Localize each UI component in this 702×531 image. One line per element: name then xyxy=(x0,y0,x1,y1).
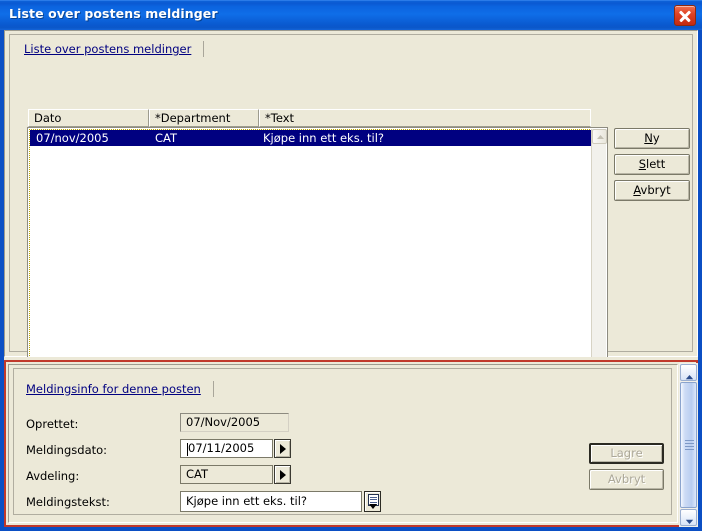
label-avdeling: Avdeling: xyxy=(26,469,80,483)
messages-list-panel-inner: Liste over postens meldinger Dato *Depar… xyxy=(9,34,693,380)
form-vertical-scrollbar[interactable] xyxy=(679,363,698,527)
list-column-headers: Dato *Department *Text xyxy=(28,109,591,127)
save-button[interactable]: Lagre xyxy=(589,443,664,464)
column-header-text[interactable]: *Text xyxy=(259,109,591,127)
new-button[interactable]: Ny xyxy=(614,128,690,149)
cancel-button[interactable]: Avbryt xyxy=(614,180,690,201)
listbox-rows: 07/nov/2005 CAT Kjøpe inn ett eks. til? xyxy=(30,130,591,146)
title-bar[interactable]: Liste over postens meldinger xyxy=(0,0,702,30)
bottom-tabstrip: Meldingsinfo for denne posten xyxy=(18,380,214,400)
meldingstekst-memo-button[interactable] xyxy=(364,491,381,512)
scroll-up-icon[interactable] xyxy=(592,129,607,144)
messages-listbox[interactable]: 07/nov/2005 CAT Kjøpe inn ett eks. til? xyxy=(27,127,608,380)
avdeling-combo[interactable]: CAT xyxy=(180,465,273,484)
cancel-form-button-label: Avbryt xyxy=(607,471,646,486)
meldingsdato-value: 07/11/2005 xyxy=(188,441,255,455)
triangle-down-icon xyxy=(369,504,377,509)
triangle-right-icon-2 xyxy=(280,470,286,480)
scrollbar-grip-icon xyxy=(685,440,694,452)
messages-list-panel: Liste over postens meldinger Dato *Depar… xyxy=(4,30,698,380)
listbox-focus-rect: 07/nov/2005 CAT Kjøpe inn ett eks. til? xyxy=(29,129,592,378)
label-oprettet: Oprettet: xyxy=(26,417,79,431)
triangle-right-icon xyxy=(280,444,286,454)
tab-separator xyxy=(203,41,205,57)
table-row[interactable]: 07/nov/2005 CAT Kjøpe inn ett eks. til? xyxy=(30,130,591,146)
meldingstekst-input[interactable]: Kjøpe inn ett eks. til? xyxy=(180,491,362,512)
tab-separator-bottom xyxy=(212,381,214,397)
new-button-label: Ny xyxy=(644,130,660,145)
top-tabstrip: Liste over postens meldinger xyxy=(16,40,205,60)
close-button[interactable] xyxy=(674,5,696,26)
avdeling-value: CAT xyxy=(186,467,209,481)
cell-department: CAT xyxy=(155,131,178,145)
label-meldingsdato: Meldingsdato: xyxy=(26,443,108,457)
form-scrollbar-thumb[interactable] xyxy=(680,382,697,508)
column-header-department[interactable]: *Department xyxy=(149,109,259,127)
delete-button[interactable]: Slett xyxy=(614,154,690,175)
form-scroll-down-button[interactable] xyxy=(680,509,697,526)
client-area: Liste over postens meldinger Dato *Depar… xyxy=(4,30,698,527)
avdeling-dropdown-button[interactable] xyxy=(274,465,291,484)
chevron-up-icon xyxy=(596,134,604,139)
cancel-form-button[interactable]: Avbryt xyxy=(589,469,664,490)
window-title: Liste over postens meldinger xyxy=(9,6,218,21)
cancel-button-label: Avbryt xyxy=(633,182,671,197)
listbox-vertical-scrollbar[interactable] xyxy=(591,129,607,378)
cell-dato: 07/nov/2005 xyxy=(36,131,109,145)
chevron-down-icon-active xyxy=(685,515,694,527)
label-meldingstekst: Meldingstekst: xyxy=(26,495,110,509)
cell-text: Kjøpe inn ett eks. til? xyxy=(263,131,385,145)
oprettet-value: 07/Nov/2005 xyxy=(180,413,289,432)
tab-meldingsinfo-for-denne-posten[interactable]: Meldingsinfo for denne posten xyxy=(18,380,209,397)
save-button-label: Lagre xyxy=(610,445,643,460)
delete-button-label: Slett xyxy=(638,156,666,171)
column-header-dato[interactable]: Dato xyxy=(28,109,149,127)
meldingsdato-input[interactable]: 07/11/2005 xyxy=(180,439,273,458)
application-window: Liste over postens meldinger Liste over … xyxy=(0,0,702,531)
tab-liste-over-postens-meldinger[interactable]: Liste over postens meldinger xyxy=(16,40,199,57)
meldingsdato-dropdown-button[interactable] xyxy=(274,439,291,458)
form-scroll-up-button[interactable] xyxy=(680,364,697,381)
